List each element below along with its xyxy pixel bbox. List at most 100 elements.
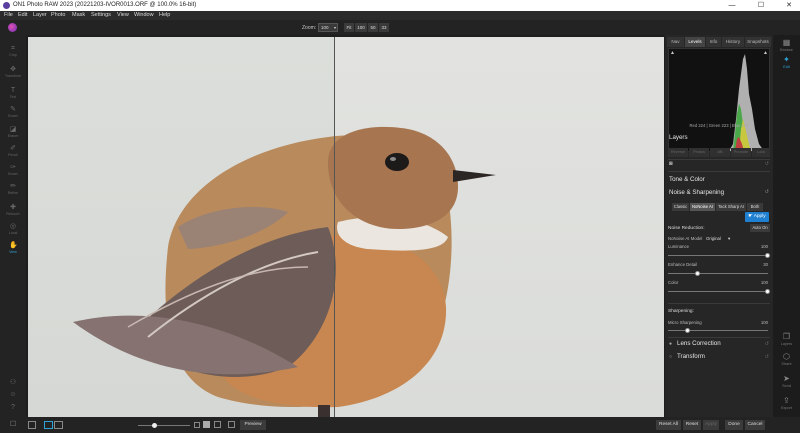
tool-view[interactable]: ✋ View [3,242,23,254]
tone-color-section[interactable]: Tone & Color [669,176,705,183]
tab-info[interactable]: Info [706,37,721,47]
slider-knob[interactable] [765,289,770,294]
reset-section-icon[interactable]: ↺ [765,161,769,167]
tool-brush[interactable]: ✎ Brush [3,106,23,118]
slider-knob[interactable] [685,328,690,333]
layer-promote-button[interactable]: Promote [731,148,751,157]
luminance-value[interactable]: 100 [761,244,768,249]
camera-icon[interactable]: ◙ [669,161,673,167]
before-after-divider[interactable] [334,37,335,417]
zoom-50-button[interactable]: 50 [368,23,378,32]
slider-knob[interactable] [765,253,770,258]
lens-correction-section[interactable]: Lens Correction [677,340,721,347]
enhance-detail-slider[interactable] [668,271,768,276]
tab-history[interactable]: History [722,37,744,47]
module-edit[interactable]: ✦ Edit [775,55,798,69]
module-export[interactable]: ⇪ Export [775,396,798,410]
mode-classic[interactable]: Classic [672,203,689,211]
filmstrip-icon[interactable] [28,421,36,429]
layers-title[interactable]: Layers [669,134,688,141]
micro-sharpening-value[interactable]: 100 [761,320,768,325]
tool-retouch[interactable]: ✚ Retouch [3,204,23,216]
layer-reverse-button[interactable]: Reverse [668,148,688,157]
tool-refine[interactable]: ✏ Refine [3,183,23,195]
tool-eraser[interactable]: ◪ Eraser [3,126,23,138]
module-layers[interactable]: ❐ Layers [775,332,798,346]
transform-toggle-icon[interactable]: ○ [669,354,672,360]
zoom-100-button[interactable]: 100 [355,23,367,32]
maximize-button[interactable]: ☐ [751,0,771,11]
menu-help[interactable]: Help [159,11,170,20]
tab-nav[interactable]: Nav [667,37,684,47]
text-overlay-icon[interactable] [203,421,210,428]
image-icon[interactable] [228,421,235,428]
module-send[interactable]: ➤ Send [775,374,798,388]
photo-canvas[interactable] [28,37,664,417]
tool-transform[interactable]: ✥ Transform [3,66,23,78]
apply-disabled-button[interactable]: Apply [703,420,719,430]
slider-knob[interactable] [695,271,700,276]
module-share[interactable]: ⬡ Share [775,352,798,366]
compare-split-icon[interactable] [54,421,63,429]
thumb-size-slider[interactable] [138,423,190,428]
module-browse[interactable]: ▦ Browse [775,38,798,52]
minimize-button[interactable]: — [722,0,742,11]
preview-button[interactable]: Preview [240,420,266,430]
menu-file[interactable]: File [4,11,13,20]
done-button[interactable]: Done [725,420,743,430]
reset-noise-icon[interactable]: ↺ [765,189,769,195]
apply-button[interactable]: ☛ Apply [745,212,769,222]
grid-icon[interactable] [214,421,221,428]
cancel-button[interactable]: Cancel [745,420,765,430]
histogram-warning-left-icon[interactable]: ▲ [670,50,675,56]
slider-knob[interactable] [152,423,157,428]
auto-on-button[interactable]: Auto On [750,224,770,232]
tool-pencil[interactable]: ✐ Pencil [3,145,23,157]
reset-button[interactable]: Reset [683,420,701,430]
mask-view-icon[interactable] [194,422,200,428]
user-icon[interactable]: ☺ [3,391,23,399]
menu-settings[interactable]: Settings [91,11,111,20]
layer-photos-button[interactable]: Photos [689,148,709,157]
mode-both[interactable]: Both [747,203,763,211]
tool-crop[interactable]: ⌗ Crop [3,45,23,57]
tool-local[interactable]: ◎ Local [3,223,23,235]
luminance-slider[interactable] [668,253,770,258]
menu-window[interactable]: Window [134,11,154,20]
noise-sharpening-section[interactable]: Noise & Sharpening [669,189,724,196]
compare-single-icon[interactable] [44,421,53,429]
menu-view[interactable]: View [117,11,129,20]
zoom-select[interactable]: 100 ▾ [318,23,338,32]
menu-layer[interactable]: Layer [33,11,47,20]
help-icon[interactable]: ? [3,404,23,412]
reset-all-button[interactable]: Reset All [656,420,681,430]
layer-ab-button[interactable]: AB [710,148,730,157]
reset-lens-icon[interactable]: ↺ [765,341,769,347]
lens-toggle-icon[interactable]: ● [669,341,672,347]
browse-icon: ▦ [782,38,791,47]
tab-levels[interactable]: Levels [685,37,705,47]
model-select[interactable]: Original ▾ [706,236,730,242]
enhance-detail-value[interactable]: 30 [763,262,768,267]
menu-mask[interactable]: Mask [72,11,85,20]
transform-section[interactable]: Transform [677,353,705,360]
panel-toggle-icon[interactable]: ☐ [10,420,18,428]
menu-photo[interactable]: Photo [51,11,65,20]
tab-snapshots[interactable]: Snapshots [745,37,771,47]
mode-nonoise-ai[interactable]: NoNoise AI [690,203,715,211]
zoom-33-button[interactable]: 33 [379,23,389,32]
close-window-button[interactable]: ✕ [779,0,799,11]
layer-lock-button[interactable]: Lock [752,148,770,157]
zoom-fit-button[interactable]: Fit [344,23,354,32]
color-value[interactable]: 100 [761,280,768,285]
mode-tack-sharp-ai[interactable]: Tack Sharp AI [716,203,746,211]
tool-adjust-brush[interactable]: ✑ Brush [3,164,23,176]
people-icon[interactable]: ⚇ [3,379,23,387]
menu-edit[interactable]: Edit [18,11,27,20]
tool-label: View [9,250,17,254]
histogram-warning-right-icon[interactable]: ▲ [763,50,768,56]
tool-text[interactable]: T Text [3,87,23,99]
micro-sharpening-slider[interactable] [668,328,768,333]
color-slider[interactable] [668,289,770,294]
reset-transform-icon[interactable]: ↺ [765,354,769,360]
